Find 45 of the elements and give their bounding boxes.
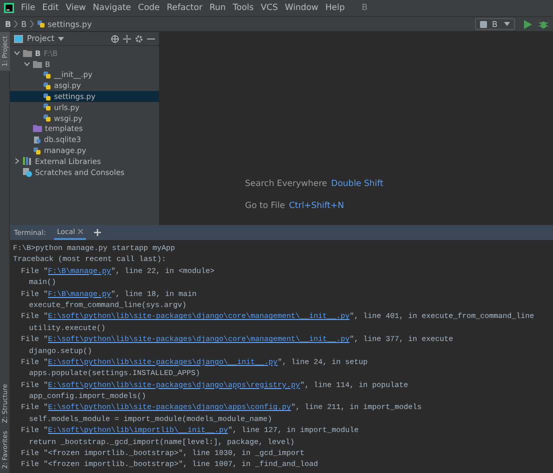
caret-icon — [504, 22, 510, 26]
panel-icon — [14, 34, 23, 42]
menu-item[interactable]: File — [21, 3, 36, 13]
app-logo-icon — [4, 3, 14, 13]
hint-shortcut: Ctrl+Shift+N — [288, 201, 344, 211]
menu-item[interactable]: VCS — [260, 3, 278, 13]
breadcrumb[interactable]: B — [5, 20, 12, 28]
python-file-icon — [33, 146, 41, 155]
folder-icon — [33, 125, 42, 132]
hint-action: Search Everywhere — [245, 179, 328, 189]
menu-item[interactable]: Run — [209, 3, 226, 13]
package-folder-icon — [33, 60, 42, 68]
folder-icon — [23, 50, 32, 57]
menu-item[interactable]: Edit — [42, 3, 59, 13]
window-title: B — [362, 3, 368, 13]
breadcrumb[interactable]: B — [21, 20, 27, 28]
run-configuration-dropdown[interactable]: B — [475, 18, 515, 30]
minimize-icon[interactable] — [147, 38, 155, 40]
database-file-icon — [33, 136, 41, 144]
menu-item[interactable]: Tools — [232, 3, 254, 13]
locate-icon[interactable] — [111, 34, 119, 42]
menu-item[interactable]: View — [66, 3, 86, 13]
chevron-right-icon[interactable] — [14, 158, 20, 164]
close-icon[interactable] — [78, 229, 84, 234]
libraries-icon — [23, 157, 32, 166]
settings-icon[interactable] — [135, 34, 143, 42]
add-icon[interactable] — [94, 229, 102, 236]
menu-item[interactable]: Navigate — [92, 3, 132, 13]
caret-icon[interactable] — [58, 36, 64, 40]
menu-item[interactable]: Code — [138, 3, 160, 13]
collapse-icon[interactable] — [123, 34, 131, 42]
menu-item[interactable]: Refactor — [166, 3, 202, 13]
menu-item[interactable]: Help — [325, 3, 345, 13]
python-icon — [480, 20, 487, 28]
separator-icon — [30, 20, 34, 28]
scratches-icon — [23, 168, 32, 177]
breadcrumb[interactable]: settings.py — [48, 20, 92, 28]
separator-icon — [14, 20, 18, 28]
debug-icon[interactable] — [539, 20, 548, 28]
python-file-icon — [36, 20, 45, 28]
hint-shortcut: Double Shift — [331, 179, 384, 189]
hint-action: Go to File — [245, 201, 285, 211]
menu-item[interactable]: Window — [284, 3, 318, 13]
run-icon[interactable] — [524, 20, 532, 28]
panel-title[interactable]: Project — [27, 34, 54, 43]
